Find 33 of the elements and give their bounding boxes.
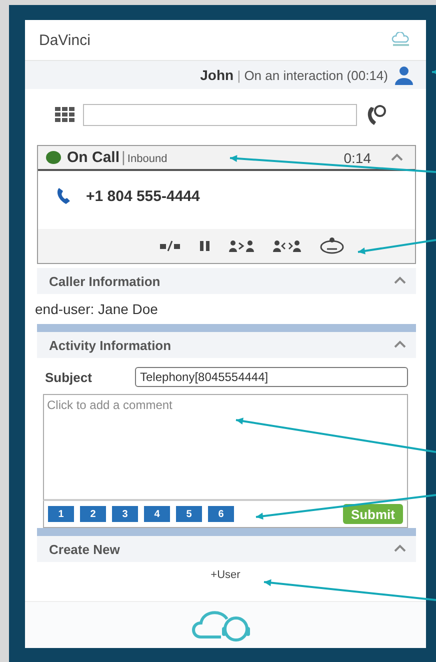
person-icon[interactable] [394, 65, 414, 85]
submit-button[interactable]: Submit [342, 504, 403, 524]
code-button[interactable]: 1 [48, 506, 74, 522]
code-button[interactable]: 6 [208, 506, 234, 522]
call-status: On Call|Inbound [67, 149, 168, 166]
pause-icon[interactable] [198, 240, 210, 252]
conference-icon[interactable] [318, 237, 344, 255]
code-button[interactable]: 3 [112, 506, 138, 522]
subject-label: Subject [45, 370, 93, 384]
agent-status: John | On an interaction (00:14) [200, 67, 388, 83]
code-button[interactable]: 4 [144, 506, 170, 522]
code-button[interactable]: 2 [80, 506, 106, 522]
dial-input-field[interactable] [83, 104, 357, 126]
caller-name: end-user: Jane Doe [35, 301, 158, 317]
section-header[interactable]: Activity Information [37, 332, 416, 358]
code-button[interactable]: 5 [176, 506, 202, 522]
slash-icon[interactable] [158, 240, 180, 252]
phone-call-icon[interactable] [365, 103, 387, 127]
swap-icon[interactable] [272, 240, 300, 252]
add-user-link[interactable]: +User [210, 569, 240, 581]
app-title: DaVinci [39, 32, 90, 48]
leader-line [432, 68, 436, 76]
section-header[interactable]: Create New [37, 536, 416, 562]
cloud-logo-icon [390, 32, 412, 48]
dialpad-icon[interactable] [55, 107, 75, 123]
status-dot [46, 151, 61, 164]
subject-field[interactable]: Telephony[8045554444] [135, 367, 408, 387]
section-header[interactable]: Caller Information [37, 268, 416, 294]
call-timer: 0:14 [344, 150, 371, 166]
transfer-icon[interactable] [228, 240, 254, 252]
phone-icon [56, 187, 72, 205]
phone-number: +1 804 555-4444 [86, 188, 200, 204]
comment-field[interactable]: Click to add a comment [43, 394, 408, 501]
